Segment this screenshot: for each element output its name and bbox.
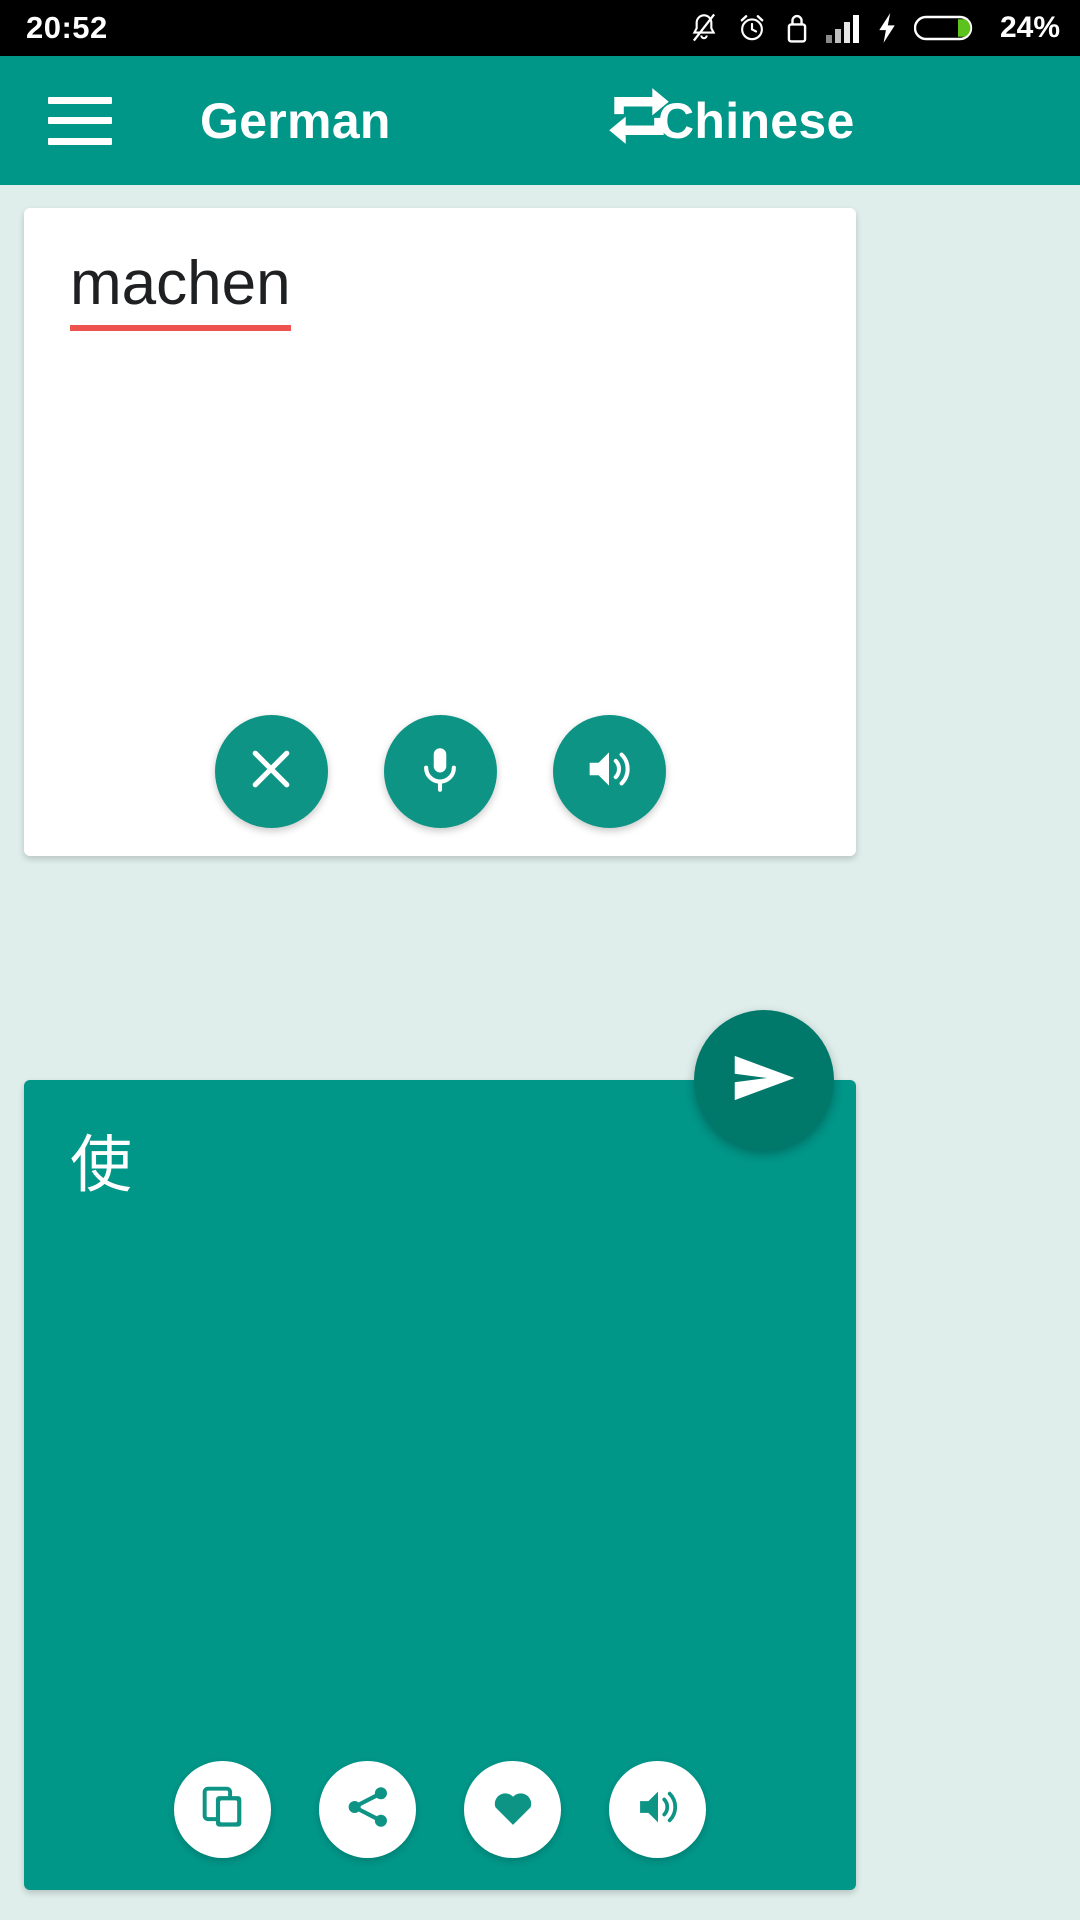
copy-icon bbox=[198, 1782, 248, 1837]
app-root: 20:52 24% German Chinese machen 使 bbox=[0, 0, 1080, 1920]
battery-icon bbox=[913, 12, 976, 44]
source-text-input[interactable]: machen bbox=[70, 248, 291, 332]
close-icon bbox=[244, 742, 298, 801]
menu-bar-3 bbox=[48, 137, 112, 145]
microphone-icon bbox=[414, 743, 466, 800]
heart-icon bbox=[488, 1782, 538, 1837]
speaker-icon bbox=[633, 1782, 683, 1837]
share-icon bbox=[343, 1782, 393, 1837]
source-language-selector[interactable]: German bbox=[200, 92, 391, 150]
bell-off-icon bbox=[688, 11, 720, 45]
speaker-icon bbox=[582, 742, 636, 801]
status-clock: 20:52 bbox=[26, 10, 108, 45]
send-translate-button[interactable] bbox=[694, 1010, 834, 1150]
favorite-button[interactable] bbox=[464, 1761, 561, 1858]
source-action-bar bbox=[24, 715, 856, 828]
voice-input-button[interactable] bbox=[383, 715, 497, 828]
listen-target-button[interactable] bbox=[609, 1761, 706, 1858]
target-text-card: 使 bbox=[24, 1080, 856, 1890]
menu-icon[interactable] bbox=[48, 96, 112, 145]
clear-button[interactable] bbox=[214, 715, 328, 828]
lock-icon bbox=[784, 11, 810, 45]
target-language-selector[interactable]: Chinese bbox=[658, 92, 855, 150]
target-action-bar bbox=[24, 1761, 856, 1858]
battery-percent-label: 24% bbox=[999, 11, 1060, 44]
menu-bar-2 bbox=[48, 117, 112, 124]
share-button[interactable] bbox=[319, 1761, 416, 1858]
send-icon bbox=[725, 1039, 803, 1122]
status-bar: 20:52 24% bbox=[0, 0, 1080, 56]
signal-bars-icon bbox=[825, 13, 860, 43]
copy-button[interactable] bbox=[174, 1761, 271, 1858]
menu-bar-1 bbox=[48, 96, 112, 104]
alarm-clock-icon bbox=[736, 11, 768, 45]
app-bar: German Chinese bbox=[0, 56, 1080, 185]
status-icon-tray: 24% bbox=[688, 11, 1060, 45]
charging-bolt-icon bbox=[876, 12, 898, 44]
translated-text: 使 bbox=[70, 1131, 133, 1200]
listen-source-button[interactable] bbox=[552, 715, 666, 828]
source-text-card: machen bbox=[24, 208, 856, 856]
